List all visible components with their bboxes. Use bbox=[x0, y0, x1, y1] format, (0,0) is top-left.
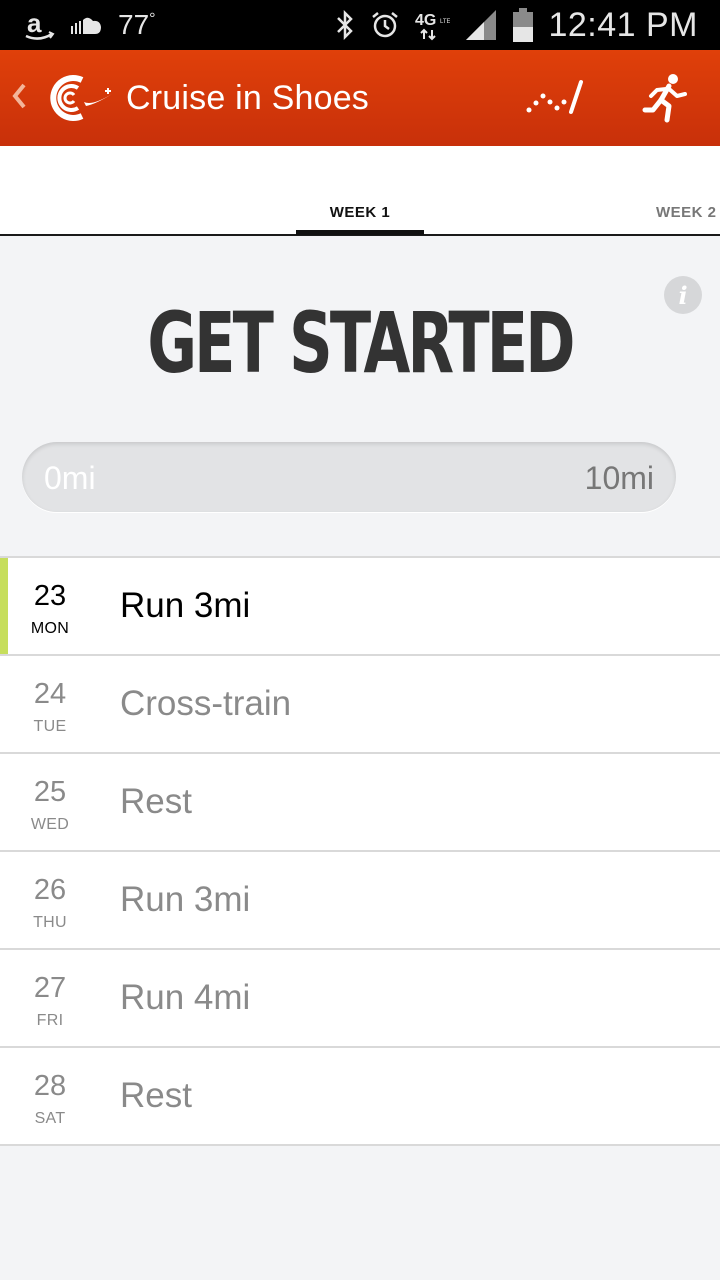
week-tabs: WEEK 1 WEEK 2 bbox=[0, 146, 720, 236]
weekday-label: WED bbox=[30, 816, 70, 833]
weekday-label: THU bbox=[33, 914, 67, 931]
svg-text:LTE: LTE bbox=[440, 19, 450, 25]
tab-week-1[interactable]: WEEK 1 bbox=[296, 204, 424, 221]
day-number: 23 bbox=[33, 580, 67, 612]
nike-running-logo-icon[interactable] bbox=[44, 68, 116, 128]
main-content: i GET STARTED 0mi 10mi 23 MON Run 3mi 24… bbox=[0, 236, 720, 1280]
workout-label: Rest bbox=[120, 1076, 192, 1115]
info-icon[interactable]: i bbox=[664, 276, 702, 314]
workout-label: Run 3mi bbox=[120, 586, 251, 625]
day-number: 28 bbox=[33, 1070, 67, 1102]
chevron-left-icon[interactable] bbox=[2, 77, 36, 119]
lte-icon: 4G LTE bbox=[414, 8, 450, 42]
progress-start-label: 0mi bbox=[44, 460, 96, 496]
day-number: 26 bbox=[33, 874, 67, 906]
bluetooth-icon bbox=[334, 10, 356, 40]
list-item-day-26[interactable]: 26 THU Run 3mi bbox=[0, 852, 720, 950]
tab-selected-indicator bbox=[296, 230, 424, 235]
stats-button[interactable] bbox=[500, 50, 610, 146]
day-number: 27 bbox=[33, 972, 67, 1004]
headline: GET STARTED bbox=[147, 294, 575, 392]
workout-label: Rest bbox=[120, 782, 192, 821]
weekday-label: SAT bbox=[34, 1110, 66, 1127]
list-item-day-27[interactable]: 27 FRI Run 4mi bbox=[0, 950, 720, 1048]
tab-week-2[interactable]: WEEK 2 bbox=[656, 204, 717, 221]
status-bar-left: a 77° bbox=[0, 8, 156, 42]
temperature-text: 77 bbox=[118, 9, 150, 40]
svg-text:a: a bbox=[27, 8, 42, 38]
day-number: 25 bbox=[33, 776, 67, 808]
status-bar-right: 4G LTE 12:41 PM bbox=[334, 6, 720, 45]
list-item-day-25[interactable]: 25 WED Rest bbox=[0, 754, 720, 852]
list-item-day-24[interactable]: 24 TUE Cross-train bbox=[0, 656, 720, 754]
battery-icon bbox=[512, 7, 534, 43]
schedule-list: 23 MON Run 3mi 24 TUE Cross-train 25 WED… bbox=[0, 556, 720, 1146]
run-icon bbox=[642, 74, 687, 123]
svg-text:4G: 4G bbox=[415, 12, 436, 29]
stats-icon bbox=[526, 80, 583, 114]
progress-end-label: 10mi bbox=[584, 460, 654, 496]
weekday-label: MON bbox=[30, 620, 70, 637]
amazon-icon: a bbox=[22, 8, 56, 42]
signal-icon bbox=[464, 8, 498, 42]
list-item-day-28[interactable]: 28 SAT Rest bbox=[0, 1048, 720, 1146]
clock-text: 12:41 PM bbox=[548, 5, 698, 44]
workout-label: Run 4mi bbox=[120, 978, 251, 1017]
weekday-label: FRI bbox=[36, 1012, 64, 1029]
alarm-icon bbox=[370, 10, 400, 40]
weekday-label: TUE bbox=[33, 718, 67, 735]
soundcloud-icon bbox=[70, 14, 104, 36]
app-bar-actions bbox=[500, 50, 720, 146]
workout-label: Run 3mi bbox=[120, 880, 251, 919]
distance-progress-bar: 0mi 10mi bbox=[22, 442, 676, 512]
app-bar: Cruise in Shoes bbox=[0, 50, 720, 146]
run-button[interactable] bbox=[610, 50, 720, 146]
workout-label: Cross-train bbox=[120, 684, 292, 723]
status-bar: a 77° 4G LTE 12:41 PM bbox=[0, 0, 720, 50]
day-number: 24 bbox=[33, 678, 67, 710]
page-title: Cruise in Shoes bbox=[126, 78, 370, 117]
degree-symbol: ° bbox=[149, 10, 156, 28]
list-item-day-23[interactable]: 23 MON Run 3mi bbox=[0, 558, 720, 656]
